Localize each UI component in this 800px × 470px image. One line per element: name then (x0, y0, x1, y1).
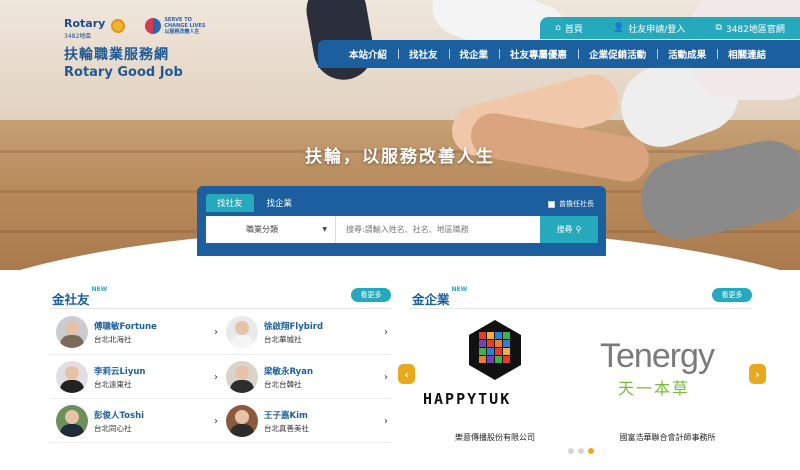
tab-find-member[interactable]: 找社友 (206, 194, 254, 212)
avatar (226, 405, 258, 437)
category-value: 職業分類 (246, 225, 278, 234)
avatar (56, 405, 88, 437)
divider (50, 442, 391, 443)
avatar (226, 361, 258, 393)
carousel-pagination (568, 448, 594, 454)
district-label: 3482地區 (64, 33, 92, 40)
company-caption[interactable]: 國富浩華聯合會計師事務所 (600, 432, 735, 443)
chevron-right-icon: › (384, 415, 388, 427)
util-login-link[interactable]: 👤 社友申請/登入 (613, 22, 685, 35)
happytuk-wordmark: HAPPYTUK (423, 390, 512, 408)
avatar (226, 316, 258, 348)
gold-members-title-text: 金社友 (52, 292, 90, 307)
rotary-wheel-icon (111, 19, 126, 33)
chevron-right-icon: › (214, 371, 218, 383)
member-card[interactable]: 王子嘉Kim 台北真善美社 › (226, 399, 391, 443)
site-name-cn: 扶輪職業服務網 (64, 47, 169, 63)
nav-results[interactable]: 活動成果 (657, 47, 717, 61)
carousel-dot-active[interactable] (588, 448, 594, 454)
tenergy-text: Tenergy (600, 337, 715, 375)
rotary-wordmark: Rotary (64, 17, 106, 30)
gold-companies-title-text: 金企業 (412, 292, 450, 307)
member-name: 王子嘉Kim (264, 410, 308, 421)
tenergy-chinese: 天一本草 (618, 379, 691, 398)
member-name: 傅聰敏Fortune (94, 321, 157, 332)
page: Rotary 3482地區 SERVE TO CHANGE LIVES 以服務改… (0, 0, 800, 470)
gold-members-title: 金社友 NEW (52, 286, 107, 308)
tab-find-company[interactable]: 找企業 (256, 194, 304, 212)
search-icon: ⚲ (575, 225, 582, 234)
carousel-prev-button[interactable]: ‹ (398, 364, 415, 384)
nav-find-company[interactable]: 找企業 (448, 47, 500, 61)
nav-promotions[interactable]: 企業促銷活動 (578, 47, 657, 61)
gold-companies-more-button[interactable]: 看更多 (712, 288, 752, 302)
nav-links[interactable]: 相關連結 (717, 47, 777, 61)
member-card[interactable]: 梁敏永Ryan 台北台韓社 › (226, 355, 391, 399)
member-card[interactable]: 徐啟翔Flybird 台北華城社 › (226, 310, 391, 354)
utility-bar: ⌂ 首頁 👤 社友申請/登入 ⧉ 3482地區官網 (540, 17, 800, 39)
member-club: 台北遠東社 (94, 379, 132, 389)
member-card[interactable]: 李莉云Liyun 台北遠東社 › (56, 355, 221, 399)
nav-about[interactable]: 本站介紹 (338, 47, 398, 61)
avatar (56, 316, 88, 348)
member-club: 台北北海社 (94, 334, 132, 344)
member-card[interactable]: 彭俊人Toshi 台北同心社 › (56, 399, 221, 443)
member-name: 李莉云Liyun (94, 366, 146, 377)
happytuk-logo-icon[interactable] (467, 318, 523, 382)
carousel-dot[interactable] (568, 448, 574, 454)
search-panel: 找社友 找企業 曾擔任社長 職業分類 ▼ 搜尋 ⚲ (197, 186, 606, 256)
member-name: 徐啟翔Flybird (264, 321, 324, 332)
gold-members-more-button[interactable]: 看更多 (351, 288, 391, 302)
search-input[interactable] (336, 216, 540, 243)
category-select[interactable]: 職業分類 ▼ (206, 216, 336, 243)
chevron-right-icon: › (214, 415, 218, 427)
main-nav: 本站介紹 找社友 找企業 社友專屬優惠 企業促銷活動 活動成果 相關連結 (318, 40, 800, 68)
chevron-right-icon: › (384, 326, 388, 338)
member-name: 梁敏永Ryan (264, 366, 313, 377)
member-name: 彭俊人Toshi (94, 410, 145, 421)
hero-slogan: 扶輪，以服務改善人生 (305, 147, 495, 167)
past-president-checkbox[interactable]: 曾擔任社長 (548, 199, 594, 209)
carousel-next-button[interactable]: › (749, 364, 766, 384)
site-name-en: Rotary Good Job (64, 65, 183, 80)
avatar (56, 361, 88, 393)
util-home-link[interactable]: ⌂ 首頁 (555, 22, 583, 35)
serve-emblem-icon (145, 18, 162, 34)
chevron-right-icon: › (384, 371, 388, 383)
new-badge: NEW (451, 286, 468, 293)
member-club: 台北真善美社 (264, 423, 309, 433)
chevron-down-icon: ▼ (322, 226, 327, 233)
gold-companies-title: 金企業 NEW (412, 286, 467, 308)
tenergy-wordmark[interactable]: Tenergy (600, 337, 715, 376)
member-card[interactable]: 傅聰敏Fortune 台北北海社 › (56, 310, 221, 354)
divider (50, 308, 391, 309)
util-login-label: 社友申請/登入 (628, 24, 686, 35)
company-caption[interactable]: 樂意傳播股份有限公司 (435, 432, 555, 443)
search-button-label: 搜尋 (556, 225, 573, 234)
site-logo[interactable]: Rotary 3482地區 SERVE TO CHANGE LIVES 以服務改… (64, 12, 208, 80)
serve-slogan-cn: 以服務改變人生 (164, 29, 200, 35)
new-badge: NEW (91, 286, 108, 293)
search-button[interactable]: 搜尋 ⚲ (540, 216, 598, 243)
nav-find-member[interactable]: 找社友 (398, 47, 449, 61)
member-club: 台北華城社 (264, 334, 302, 344)
search-bar: 職業分類 ▼ 搜尋 ⚲ (206, 216, 598, 243)
chevron-right-icon: › (214, 326, 218, 338)
serve-slogan: SERVE TO CHANGE LIVES (164, 17, 206, 29)
util-home-label: 首頁 (564, 24, 583, 35)
divider (410, 308, 752, 309)
util-district-label: 3482地區官網 (725, 24, 785, 35)
util-district-link[interactable]: ⧉ 3482地區官網 (716, 22, 785, 35)
home-icon: ⌂ (555, 23, 561, 33)
member-club: 台北同心社 (94, 423, 132, 433)
carousel-dot[interactable] (578, 448, 584, 454)
member-club: 台北台韓社 (264, 379, 302, 389)
user-icon: 👤 (613, 23, 625, 33)
checkbox-box[interactable] (548, 200, 555, 208)
checkbox-label: 曾擔任社長 (559, 200, 594, 208)
external-link-icon: ⧉ (715, 23, 722, 33)
nav-member-offers[interactable]: 社友專屬優惠 (499, 47, 578, 61)
